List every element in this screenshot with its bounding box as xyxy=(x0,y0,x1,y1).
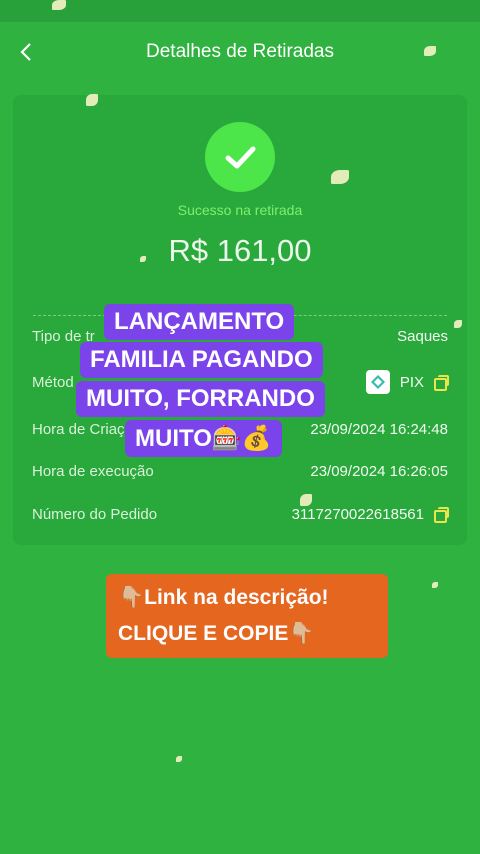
copy-icon[interactable] xyxy=(434,375,449,391)
petal-decoration xyxy=(86,94,98,106)
detail-label: Hora de Criaç xyxy=(32,420,125,438)
cta-line-1: 👇🏼Link na descrição! xyxy=(118,586,329,609)
top-status-strip xyxy=(0,0,480,22)
pix-logo-icon xyxy=(365,370,390,394)
link-cta-banner[interactable]: 👇🏼Link na descrição! CLIQUE E COPIE👇🏼 xyxy=(106,574,388,658)
page-title: Detalhes de Retiradas xyxy=(146,41,334,62)
petal-decoration xyxy=(176,756,182,762)
detail-value: 3117270022618561 xyxy=(291,505,424,523)
detail-value: 23/09/2024 16:24:48 xyxy=(310,420,448,438)
petal-decoration xyxy=(432,582,438,588)
cta-line-2: CLIQUE E COPIE👇🏼 xyxy=(118,622,315,645)
detail-row-order-number: Número do Pedido 3117270022618561 xyxy=(32,502,449,526)
petal-decoration xyxy=(331,170,349,184)
status-text: Sucesso na retirada xyxy=(177,202,303,218)
detail-row-executed: Hora de execução 23/09/2024 16:26:05 xyxy=(32,459,448,483)
detail-label: Hora de execução xyxy=(32,462,154,480)
detail-value: 23/09/2024 16:26:05 xyxy=(310,462,448,480)
petal-decoration xyxy=(140,256,146,262)
promo-overlay-line-1: LANÇAMENTO xyxy=(104,304,295,340)
success-check-icon xyxy=(205,122,275,192)
petal-decoration xyxy=(454,320,462,328)
detail-label: Métod xyxy=(32,373,74,391)
detail-label: Número do Pedido xyxy=(32,505,158,523)
promo-overlay-line-2: FAMILIA PAGANDO xyxy=(80,342,323,378)
detail-value: Saques xyxy=(397,327,448,345)
petal-decoration xyxy=(300,494,312,506)
back-button[interactable] xyxy=(10,36,42,68)
copy-icon[interactable] xyxy=(434,507,449,523)
petal-decoration xyxy=(424,46,436,56)
chevron-left-icon xyxy=(20,43,31,61)
petal-decoration xyxy=(52,0,66,10)
app-header: Detalhes de Retiradas xyxy=(0,22,480,82)
promo-overlay-line-4: MUITO🎰💰 xyxy=(125,420,282,457)
withdrawal-amount: R$ 161,00 xyxy=(168,233,312,268)
promo-overlay-line-3: MUITO, FORRANDO xyxy=(76,381,325,417)
detail-value: PIX xyxy=(399,373,424,391)
